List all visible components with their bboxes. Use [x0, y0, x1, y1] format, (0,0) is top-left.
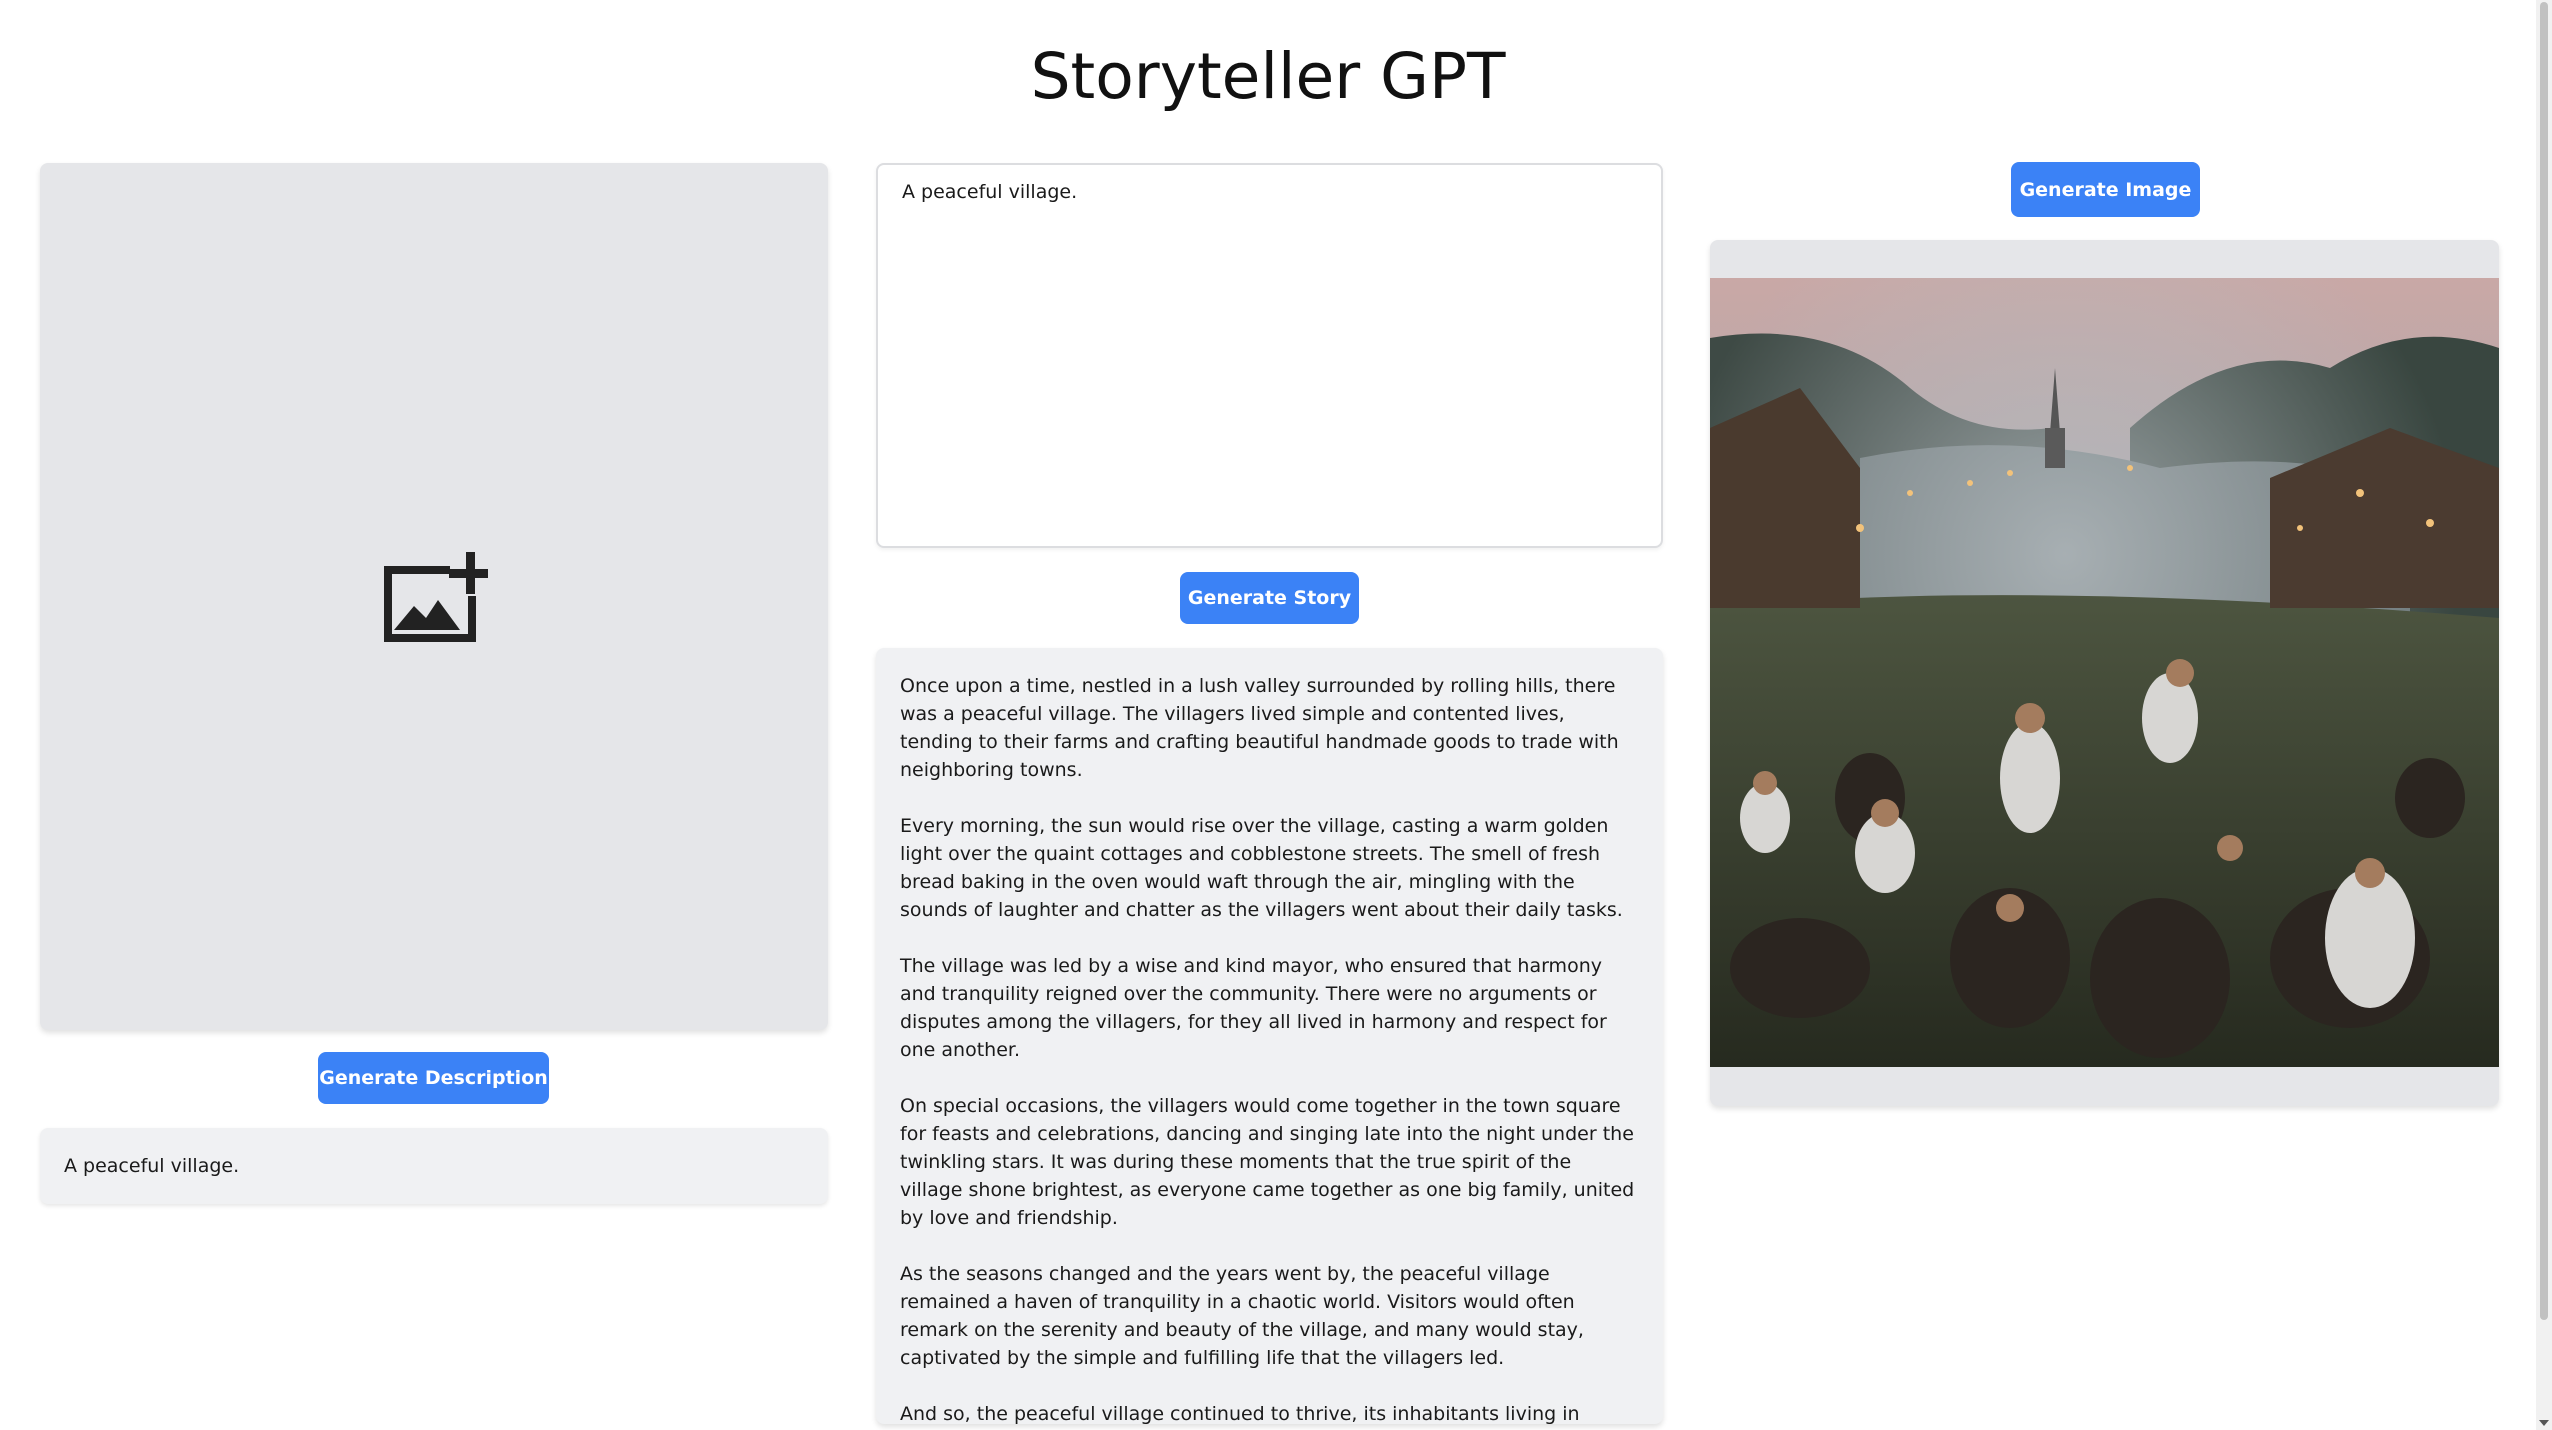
story-prompt-input[interactable]: A peaceful village.: [876, 163, 1663, 548]
generate-story-button[interactable]: Generate Story: [1180, 572, 1359, 624]
story-paragraph: And so, the peaceful village continued t…: [900, 1403, 1580, 1424]
story-paragraph: As the seasons changed and the years wen…: [900, 1263, 1584, 1369]
scroll-down-arrow-icon[interactable]: [2539, 1420, 2549, 1426]
generate-image-button[interactable]: Generate Image: [2011, 162, 2200, 217]
generated-village-image: [1710, 278, 2499, 1067]
scrollbar-thumb[interactable]: [2540, 2, 2548, 1320]
page-scrollbar[interactable]: [2536, 0, 2552, 1430]
generate-description-button[interactable]: Generate Description: [318, 1052, 549, 1104]
story-output: Once upon a time, nestled in a lush vall…: [876, 648, 1663, 1424]
image-upload-area[interactable]: [40, 163, 828, 1030]
story-paragraph: The village was led by a wise and kind m…: [900, 955, 1607, 1061]
story-paragraph: Once upon a time, nestled in a lush vall…: [900, 675, 1619, 781]
add-image-icon: [384, 551, 488, 642]
story-paragraph: On special occasions, the villagers woul…: [900, 1095, 1635, 1229]
storyteller-page: Storyteller GPT Generate Description A p…: [0, 0, 2552, 1430]
generated-image-frame: [1710, 240, 2499, 1106]
description-text: A peaceful village.: [64, 1155, 240, 1177]
page-title: Storyteller GPT: [1030, 40, 1506, 113]
description-output: A peaceful village.: [40, 1128, 828, 1204]
story-paragraph: Every morning, the sun would rise over t…: [900, 815, 1623, 921]
